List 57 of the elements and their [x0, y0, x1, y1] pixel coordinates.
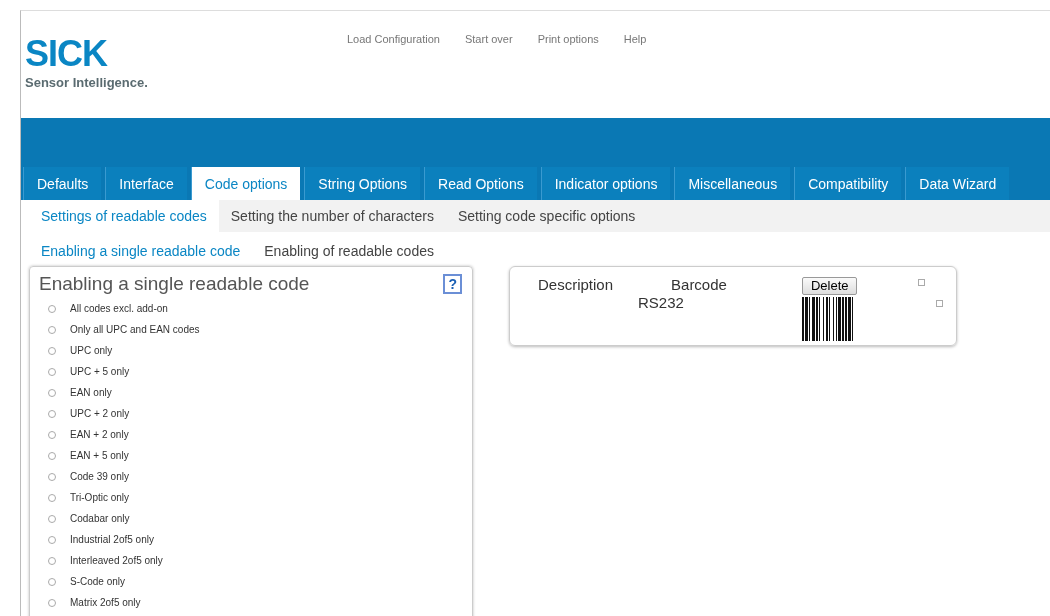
tab[interactable]: Indicator options — [540, 167, 671, 200]
radio-button[interactable] — [48, 557, 56, 565]
column-header: Description — [538, 276, 614, 293]
logo-wordmark: SICK — [25, 37, 107, 71]
column-header: Barcode — [671, 276, 727, 293]
nav-link[interactable]: Start over — [464, 33, 513, 45]
option-label: Interleaved 2of5 only — [70, 554, 163, 568]
radio-button[interactable] — [48, 305, 56, 313]
tab[interactable]: Read Options — [424, 167, 537, 200]
tab[interactable]: Code options — [190, 167, 301, 200]
tab[interactable]: String Options — [304, 167, 421, 200]
nav-link[interactable]: Help — [623, 33, 647, 45]
option-label: UPC + 2 only — [70, 407, 130, 421]
radio-button[interactable] — [48, 578, 56, 586]
nav-link[interactable]: Print options — [537, 33, 599, 45]
panel-title: Enabling a single readable code — [39, 273, 310, 295]
checkbox-icon[interactable] — [918, 279, 925, 286]
option-label: Only all UPC and EAN codes — [70, 323, 200, 337]
radio-button[interactable] — [48, 536, 56, 544]
tab[interactable]: Miscellaneous — [674, 167, 791, 200]
option-label: Matrix 2of5 only — [70, 596, 141, 610]
radio-button[interactable] — [48, 494, 56, 502]
radio-button[interactable] — [48, 515, 56, 523]
option-label: Code 39 only — [70, 470, 129, 484]
subtab[interactable]: Enabling of readable codes — [252, 236, 446, 266]
option-label: Codabar only — [70, 512, 130, 526]
radio-button[interactable] — [48, 410, 56, 418]
checkbox-icon[interactable] — [936, 300, 943, 307]
radio-button[interactable] — [48, 599, 56, 607]
subtab[interactable]: Setting the number of characters — [218, 200, 446, 232]
radio-button[interactable] — [48, 452, 56, 460]
tab[interactable]: Defaults — [23, 167, 102, 200]
option-label: UPC + 5 only — [70, 365, 130, 379]
option-label: All codes excl. add-on — [70, 302, 168, 316]
delete-button[interactable]: Delete — [801, 277, 858, 295]
radio-button[interactable] — [48, 389, 56, 397]
description-value: RS232 — [638, 294, 684, 311]
option-label: EAN only — [70, 386, 112, 400]
subtab[interactable]: Settings of readable codes — [21, 200, 219, 232]
option-label: Industrial 2of5 only — [70, 533, 154, 547]
help-button[interactable]: ? — [443, 274, 462, 294]
radio-button[interactable] — [48, 326, 56, 334]
radio-button[interactable] — [48, 347, 56, 355]
logo-tagline: Sensor Intelligence. — [25, 75, 148, 90]
radio-button[interactable] — [48, 473, 56, 481]
option-label: UPC only — [70, 344, 113, 358]
subtab[interactable]: Setting code specific options — [445, 200, 648, 232]
option-label: S-Code only — [70, 575, 126, 589]
tab[interactable]: Compatibility — [794, 167, 902, 200]
tab[interactable]: Interface — [105, 167, 187, 200]
option-label: EAN + 2 only — [70, 428, 129, 442]
tab[interactable]: Data Wizard — [905, 167, 1010, 200]
radio-button[interactable] — [48, 431, 56, 439]
option-label: EAN + 5 only — [70, 449, 129, 463]
option-label: Tri-Optic only — [70, 491, 130, 505]
radio-button[interactable] — [48, 368, 56, 376]
nav-link[interactable]: Load Configuration — [347, 33, 440, 45]
